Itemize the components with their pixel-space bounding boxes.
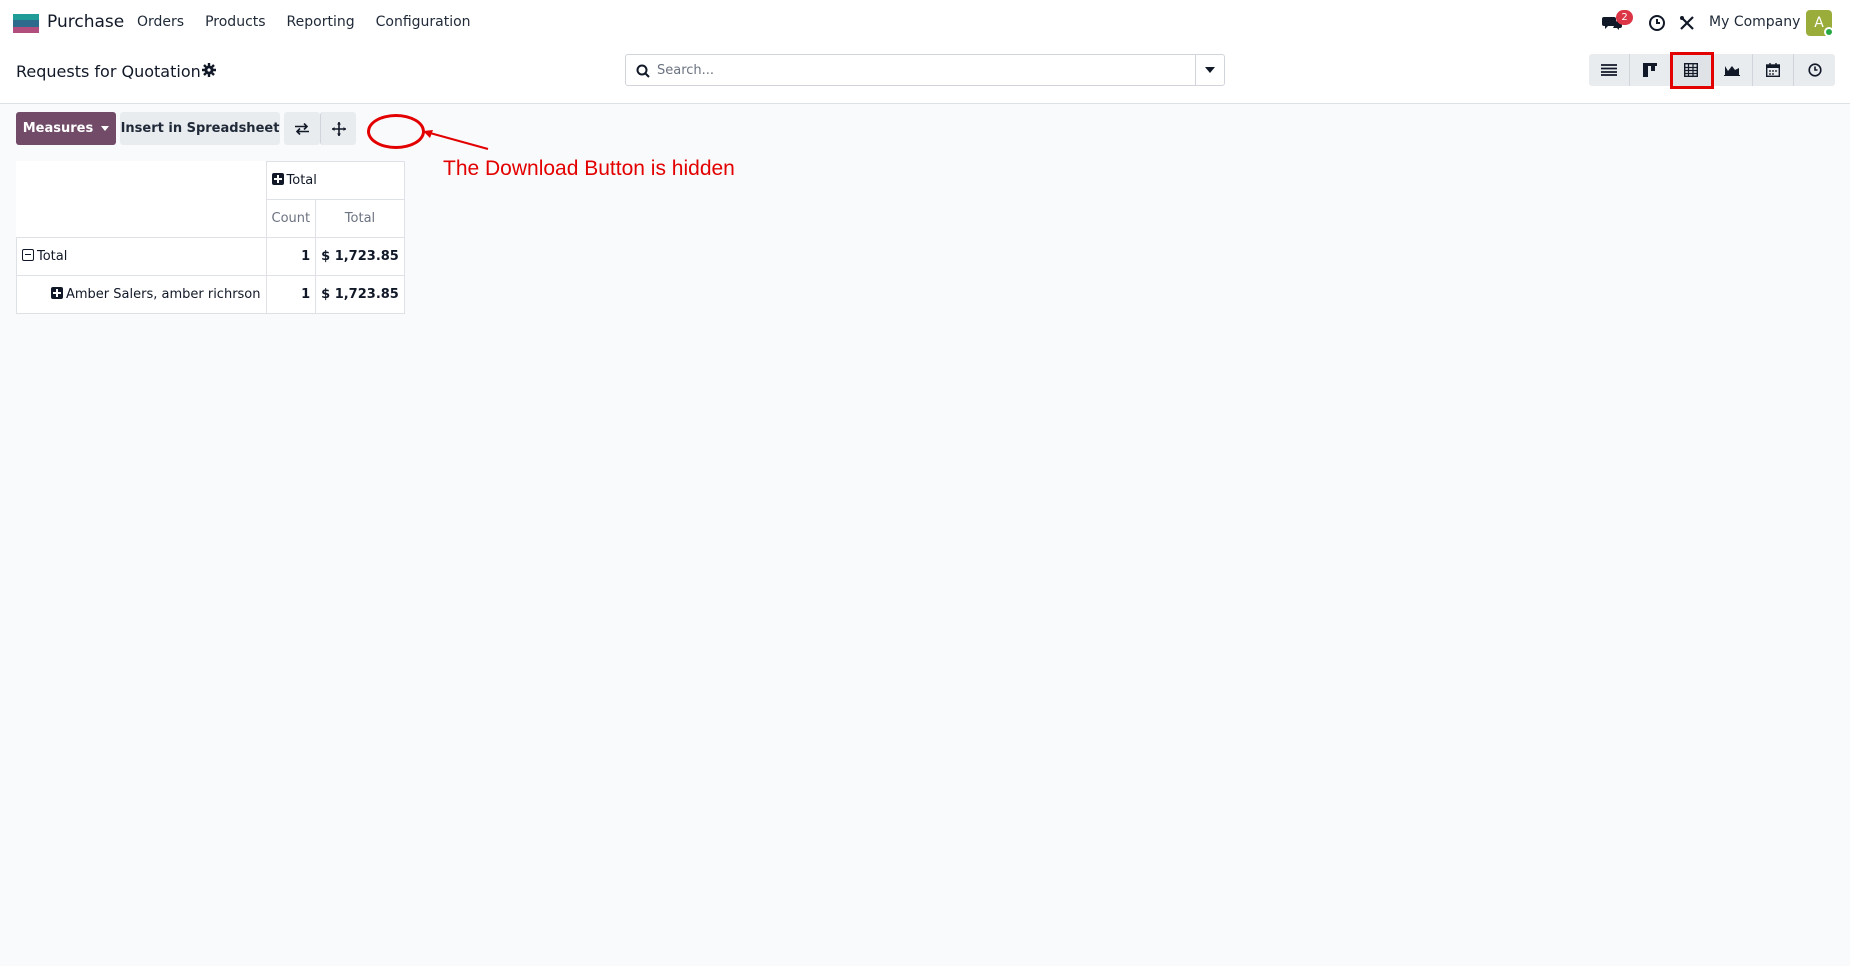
company-switcher[interactable]: My Company (1709, 14, 1800, 30)
measure-header-total[interactable]: Total (315, 199, 405, 238)
pivot-col-header[interactable]: Total (265, 161, 405, 200)
measures-label: Measures (22, 121, 94, 136)
annotation-text: The Download Button is hidden (443, 157, 735, 180)
list-view-button[interactable] (1589, 54, 1630, 86)
plus-square-icon (271, 173, 284, 185)
pivot-cell-count[interactable]: 1 (265, 237, 317, 276)
pivot-cell-count[interactable]: 1 (265, 275, 317, 314)
menu-products[interactable]: Products (205, 14, 265, 30)
page-title: Requests for Quotation (16, 62, 201, 81)
calendar-view-button[interactable] (1753, 54, 1794, 86)
insert-in-spreadsheet-button[interactable]: Insert in Spreadsheet (120, 112, 280, 145)
kanban-view-button[interactable] (1630, 54, 1671, 86)
pivot-row-header[interactable]: Amber Salers, amber richrson (16, 275, 267, 314)
pivot-cell-total[interactable]: $ 1,723.85 (315, 275, 405, 314)
app-name[interactable]: Purchase (47, 12, 124, 32)
minus-square-icon (22, 249, 34, 261)
pivot-table: Total Count Total Total 1 $ 1,723.85 Amb… (16, 161, 405, 314)
pivot-row-label: Amber Salers, amber richrson (66, 287, 261, 302)
table-row: Amber Salers, amber richrson 1 $ 1,723.8… (16, 275, 405, 314)
calendar-icon (1766, 63, 1780, 77)
area-chart-icon (1724, 66, 1740, 76)
flip-axis-button[interactable] (284, 112, 320, 145)
pivot-view-button[interactable] (1671, 54, 1712, 86)
measure-header-count[interactable]: Count (265, 199, 317, 238)
table-row: Total 1 $ 1,723.85 (16, 237, 405, 276)
exchange-icon (295, 122, 309, 135)
expand-all-button[interactable] (320, 112, 356, 145)
menu-reporting[interactable]: Reporting (287, 14, 355, 30)
list-icon (1601, 64, 1617, 76)
search-input[interactable] (657, 60, 1197, 80)
pivot-corner (17, 200, 267, 238)
view-switcher (1589, 54, 1835, 86)
main-menu: Orders Products Reporting Configuration (137, 14, 492, 30)
caret-down-icon (1205, 67, 1215, 73)
clock-icon[interactable] (1646, 12, 1668, 34)
annotation-ellipse (367, 114, 425, 149)
search-icon (636, 63, 650, 82)
measures-button[interactable]: Measures (16, 112, 116, 145)
clock-icon (1807, 63, 1822, 77)
pivot-table-icon (1684, 63, 1698, 77)
pivot-row-label: Total (37, 249, 68, 264)
chat-badge: 2 (1616, 10, 1633, 25)
pivot-corner (17, 162, 267, 200)
pivot-row-header[interactable]: Total (16, 237, 267, 276)
plus-square-icon (51, 287, 63, 299)
control-panel: Requests for Quotation (0, 46, 1850, 104)
pivot-cell-total[interactable]: $ 1,723.85 (315, 237, 405, 276)
top-navbar: Purchase Orders Products Reporting Confi… (0, 0, 1850, 46)
gear-icon[interactable] (202, 62, 216, 77)
arrows-move-icon (331, 121, 346, 136)
kanban-icon (1643, 63, 1657, 77)
tools-icon[interactable] (1676, 12, 1698, 34)
caret-down-icon (101, 126, 110, 131)
activity-view-button[interactable] (1794, 54, 1835, 86)
annotation-arrow (423, 130, 489, 150)
search-options-toggle[interactable] (1195, 55, 1224, 85)
online-status-dot (1824, 27, 1834, 37)
app-logo-icon[interactable] (13, 14, 39, 33)
pivot-col-header-label: Total (286, 173, 317, 188)
menu-orders[interactable]: Orders (137, 14, 184, 30)
search-bar (625, 54, 1225, 86)
graph-view-button[interactable] (1712, 54, 1753, 86)
menu-configuration[interactable]: Configuration (376, 14, 471, 30)
